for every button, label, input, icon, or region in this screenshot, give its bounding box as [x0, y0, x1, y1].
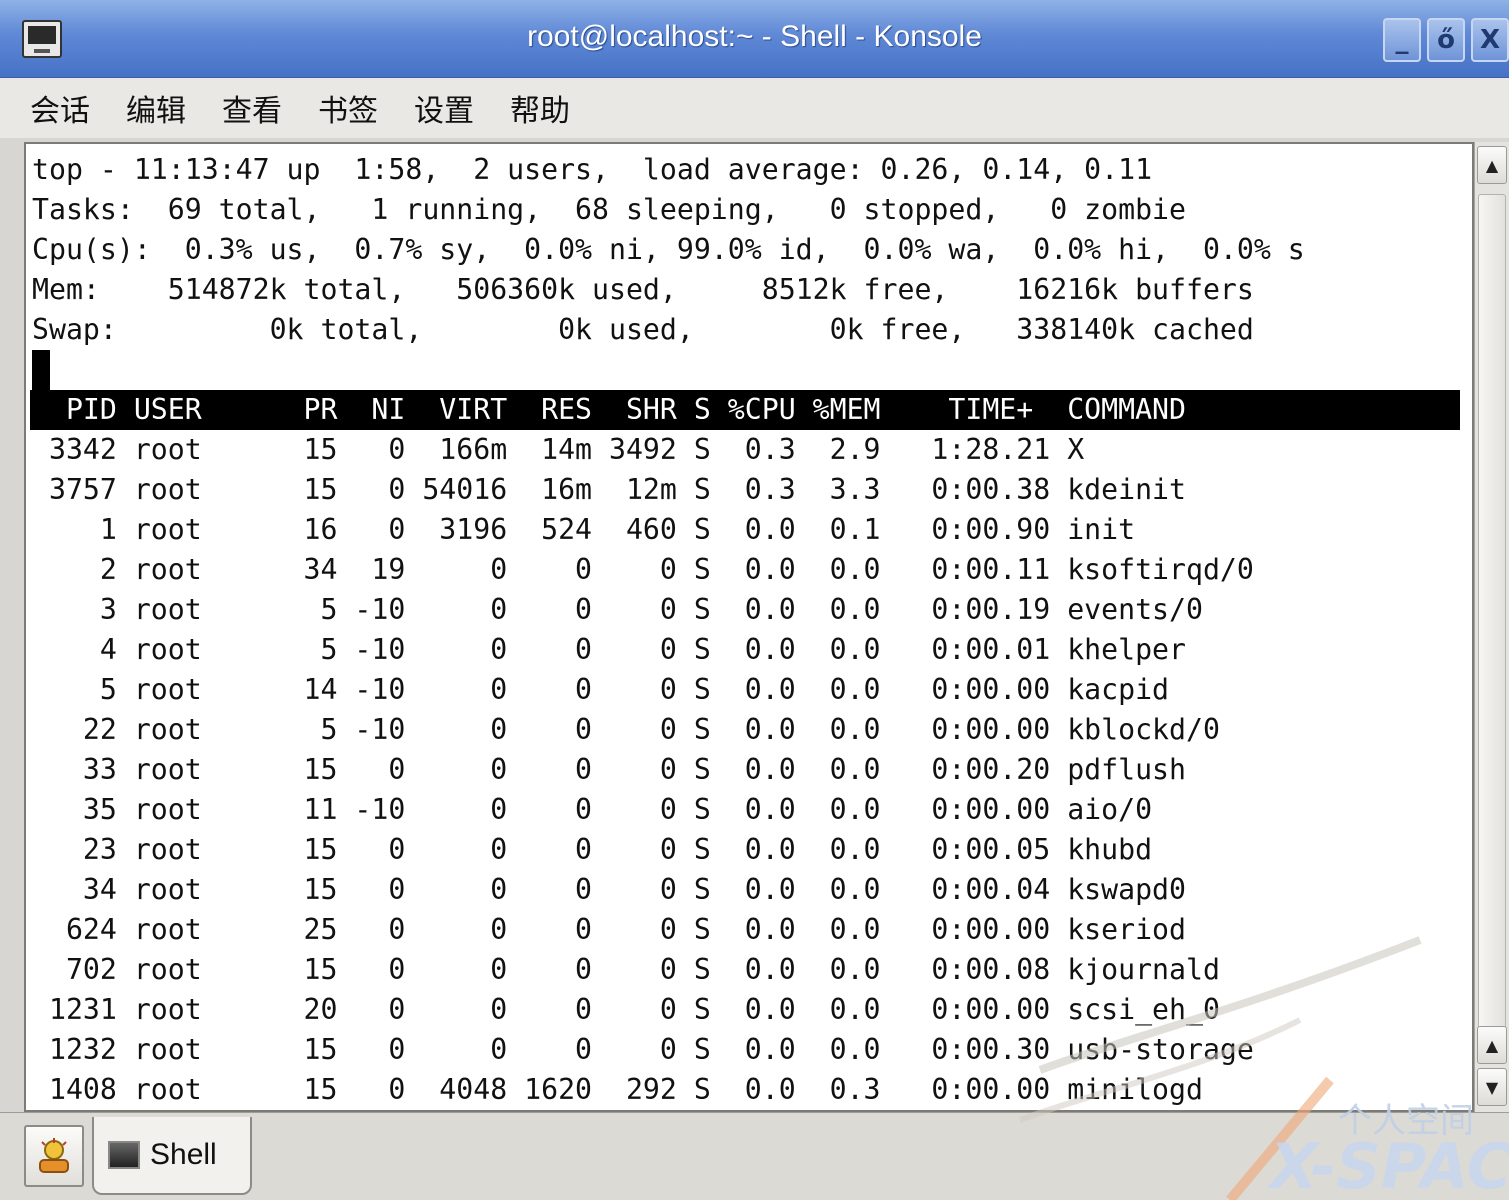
window-controls: _ ő X [1383, 18, 1509, 66]
new-session-icon [39, 1138, 69, 1173]
process-row: 34 root 15 0 0 0 0 S 0.0 0.0 0:00.04 ksw… [32, 873, 1186, 906]
swap-line: Swap: 0k total, 0k used, 0k free, 338140… [32, 313, 1254, 346]
process-row: 23 root 15 0 0 0 0 S 0.0 0.0 0:00.05 khu… [32, 833, 1153, 866]
process-row: 1231 root 20 0 0 0 0 S 0.0 0.0 0:00.00 s… [32, 993, 1220, 1026]
maximize-button[interactable]: ő [1427, 18, 1465, 62]
scroll-up-button[interactable]: ▲ [1477, 146, 1507, 184]
process-row: 624 root 25 0 0 0 0 S 0.0 0.0 0:00.00 ks… [32, 913, 1186, 946]
process-row: 3342 root 15 0 166m 14m 3492 S 0.3 2.9 1… [32, 433, 1085, 466]
terminal-output[interactable]: top - 11:13:47 up 1:58, 2 users, load av… [24, 142, 1474, 1112]
mem-line: Mem: 514872k total, 506360k used, 8512k … [32, 273, 1254, 306]
menu-settings[interactable]: 设置 [414, 86, 474, 130]
session-tab-bar: Shell [0, 1112, 1509, 1200]
scroll-up-button-lower[interactable]: ▲ [1477, 1026, 1507, 1064]
scroll-thumb[interactable] [1478, 194, 1506, 1054]
process-row: 2 root 34 19 0 0 0 S 0.0 0.0 0:00.11 kso… [32, 553, 1254, 586]
minimize-button[interactable]: _ [1383, 18, 1421, 62]
process-row: 1408 root 15 0 4048 1620 292 S 0.0 0.3 0… [32, 1073, 1203, 1106]
session-tab-shell[interactable]: Shell [92, 1117, 252, 1195]
process-row: 22 root 5 -10 0 0 0 S 0.0 0.0 0:00.00 kb… [32, 713, 1220, 746]
process-row: 3 root 5 -10 0 0 0 S 0.0 0.0 0:00.19 eve… [32, 593, 1203, 626]
menu-edit[interactable]: 编辑 [126, 86, 186, 130]
process-row: 5 root 14 -10 0 0 0 S 0.0 0.0 0:00.00 ka… [32, 673, 1170, 706]
process-row: 33 root 15 0 0 0 0 S 0.0 0.0 0:00.20 pdf… [32, 753, 1186, 786]
top-summary-line: top - 11:13:47 up 1:58, 2 users, load av… [32, 153, 1153, 186]
session-tab-label: Shell [150, 1138, 217, 1171]
process-row: 1232 root 15 0 0 0 0 S 0.0 0.0 0:00.30 u… [32, 1033, 1254, 1066]
tasks-line: Tasks: 69 total, 1 running, 68 sleeping,… [32, 193, 1186, 226]
new-session-button[interactable] [24, 1125, 84, 1187]
process-row: 35 root 11 -10 0 0 0 S 0.0 0.0 0:00.00 a… [32, 793, 1153, 826]
menu-help[interactable]: 帮助 [510, 86, 570, 130]
close-button[interactable]: X [1471, 18, 1509, 62]
terminal-icon [108, 1141, 140, 1169]
process-row: 3757 root 15 0 54016 16m 12m S 0.3 3.3 0… [32, 473, 1186, 506]
menu-bar: 会话 编辑 查看 书签 设置 帮助 [0, 78, 1509, 138]
menu-view[interactable]: 查看 [222, 86, 282, 130]
menu-bookmarks[interactable]: 书签 [318, 86, 378, 130]
process-row: 4 root 5 -10 0 0 0 S 0.0 0.0 0:00.01 khe… [32, 633, 1186, 666]
menu-session[interactable]: 会话 [30, 86, 90, 130]
terminal-cursor [32, 350, 50, 390]
process-table-header: PID USER PR NI VIRT RES SHR S %CPU %MEM … [30, 390, 1460, 430]
process-row: 1 root 16 0 3196 524 460 S 0.0 0.1 0:00.… [32, 513, 1136, 546]
window-title: root@localhost:~ - Shell - Konsole [527, 20, 982, 53]
vertical-scrollbar[interactable]: ▲ ▲ ▼ [1474, 142, 1509, 1112]
cpu-line: Cpu(s): 0.3% us, 0.7% sy, 0.0% ni, 99.0%… [32, 233, 1305, 266]
process-row: 702 root 15 0 0 0 0 S 0.0 0.0 0:00.08 kj… [32, 953, 1220, 986]
scroll-down-button[interactable]: ▼ [1477, 1068, 1507, 1106]
title-bar[interactable]: root@localhost:~ - Shell - Konsole _ ő X [0, 0, 1509, 78]
